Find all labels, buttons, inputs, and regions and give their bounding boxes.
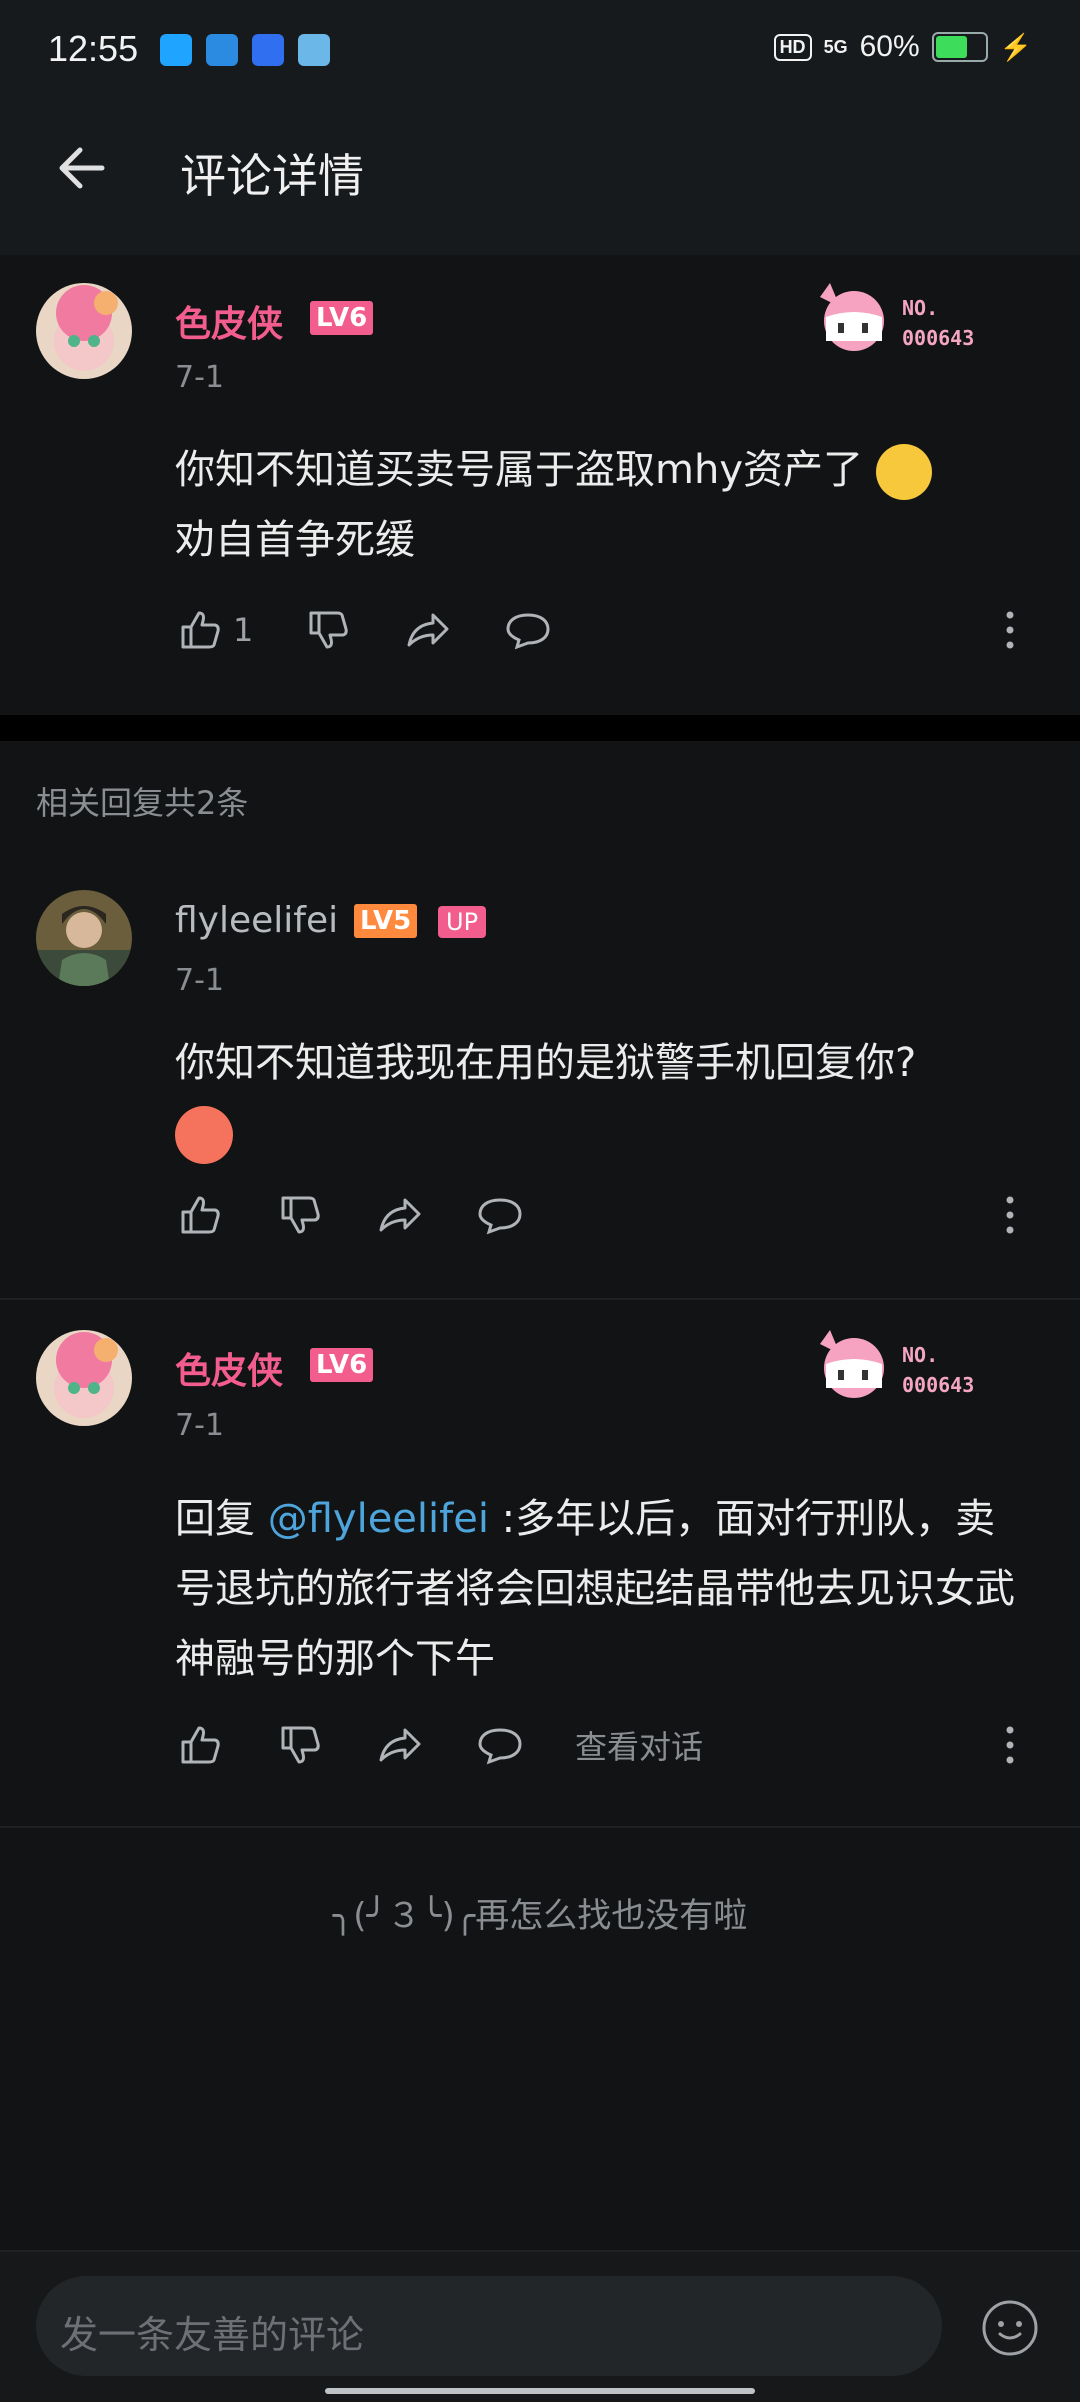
- thumbs-up-icon: [181, 1726, 220, 1764]
- chat-bubble-icon: [478, 1198, 522, 1235]
- comment-input[interactable]: 发一条友善的评论: [36, 2276, 942, 2376]
- reply-button[interactable]: [475, 1190, 525, 1240]
- avatar[interactable]: [36, 1330, 132, 1426]
- app-bar: 评论详情: [0, 100, 1080, 255]
- share-icon: [379, 1728, 421, 1762]
- battery-percent: 60%: [859, 30, 920, 63]
- dislike-button[interactable]: [275, 1720, 325, 1770]
- avatar[interactable]: [36, 890, 132, 986]
- divider: [0, 1826, 1080, 1828]
- share-button[interactable]: [403, 605, 453, 655]
- emoji-face-icon[interactable]: [980, 2298, 1040, 2358]
- blush-emoji-icon: [175, 1106, 233, 1164]
- thumbs-down-icon: [281, 1196, 320, 1234]
- more-options-icon[interactable]: [1000, 605, 1020, 655]
- fan-badge: NO. 000643: [810, 1324, 1040, 1404]
- level-badge: LV5: [354, 904, 418, 938]
- username[interactable]: 色皮侠: [175, 1342, 283, 1394]
- more-options-icon[interactable]: [1000, 1190, 1020, 1240]
- section-divider: [0, 715, 1080, 741]
- reply-button[interactable]: [503, 605, 553, 655]
- comment-date: 7-1: [175, 963, 224, 998]
- like-button[interactable]: [175, 1720, 225, 1770]
- chat-bubble-icon: [478, 1728, 522, 1765]
- mention-link[interactable]: @flyleelifei: [268, 1496, 489, 1542]
- comment-date: 7-1: [175, 1408, 224, 1443]
- avatar[interactable]: [36, 283, 132, 379]
- username[interactable]: flyleelifei: [175, 900, 338, 941]
- level-badge: LV6: [310, 1348, 374, 1382]
- status-bar: 12:55 HD 5G 60% ⚡: [0, 0, 1080, 100]
- page-title: 评论详情: [180, 149, 364, 203]
- translate-app-icon: [252, 34, 284, 66]
- comment-input-placeholder: 发一条友善的评论: [60, 2313, 365, 2357]
- more-options-icon[interactable]: [1000, 1720, 1020, 1770]
- thumbs-up-icon: [181, 611, 220, 649]
- back-arrow-icon[interactable]: [52, 138, 112, 198]
- comment-actions: [175, 1190, 525, 1240]
- badge-number: NO. 000643: [902, 296, 975, 350]
- telegram-app-icon: [206, 34, 238, 66]
- up-tag: UP: [438, 906, 487, 938]
- thumbs-up-icon: [181, 1196, 220, 1234]
- thumbs-down-icon: [309, 611, 349, 649]
- like-button[interactable]: [175, 605, 225, 655]
- view-conversation-link[interactable]: 查看对话: [575, 1722, 703, 1768]
- hd-icon: HD: [773, 33, 812, 61]
- reply-comment: 色皮侠 LV6 NO. 000643 7-1 回复 @flyleelifei :…: [0, 1300, 1080, 1830]
- reply-button[interactable]: [475, 1720, 525, 1770]
- share-button[interactable]: [375, 1190, 425, 1240]
- comment-date: 7-1: [175, 360, 224, 395]
- dislike-button[interactable]: [303, 605, 353, 655]
- level-badge: LV6: [310, 301, 374, 335]
- reply-comment: flyleelifei LV5 UP 7-1 你知不知道我现在用的是狱警手机回复…: [0, 860, 1080, 1300]
- comment-input-bar: 发一条友善的评论: [0, 2250, 1080, 2402]
- fan-badge: NO. 000643: [810, 277, 1040, 357]
- qq-app-icon: [160, 34, 192, 66]
- photo-app-icon: [298, 34, 330, 66]
- share-icon: [379, 1198, 421, 1232]
- signal-icon: 5G: [823, 37, 848, 57]
- like-button[interactable]: [175, 1190, 225, 1240]
- comment-text: 回复 @flyleelifei :多年以后，面对行刑队，卖号退坑的旅行者将会回想…: [175, 1496, 1015, 1682]
- thumbs-down-icon: [281, 1726, 320, 1764]
- mascot-icon: [820, 283, 884, 351]
- share-icon: [407, 613, 449, 647]
- mascot-icon: [820, 1330, 884, 1398]
- share-button[interactable]: [375, 1720, 425, 1770]
- username[interactable]: 色皮侠: [175, 295, 283, 347]
- related-replies-label: 相关回复共2条: [36, 784, 249, 822]
- home-indicator[interactable]: [325, 2388, 755, 2394]
- comment-actions: 查看对话: [175, 1720, 703, 1770]
- dislike-button[interactable]: [275, 1190, 325, 1240]
- grinning-emoji-icon: [875, 444, 932, 500]
- comment-text: 你知不知道买卖号属于盗取mhy资产了 劝自首争死缓: [175, 435, 1035, 575]
- chat-bubble-icon: [506, 613, 550, 650]
- comment-actions: 1: [175, 605, 553, 655]
- charging-icon: ⚡: [999, 31, 1032, 62]
- like-count: 1: [233, 611, 254, 649]
- battery-icon: [931, 32, 988, 62]
- main-comment: 色皮侠 LV6 NO. 000643 7-1 你知不知道买卖号属于盗取mhy资产…: [0, 255, 1080, 715]
- comment-text: 你知不知道我现在用的是狱警手机回复你?: [175, 1028, 1035, 1168]
- status-right: HD 5G 60% ⚡: [773, 30, 1032, 64]
- badge-number: NO. 000643: [902, 1343, 975, 1397]
- clock: 12:55: [48, 28, 139, 69]
- end-of-list-text: ╮(╯３╰)╭再怎么找也没有啦: [332, 1896, 748, 1936]
